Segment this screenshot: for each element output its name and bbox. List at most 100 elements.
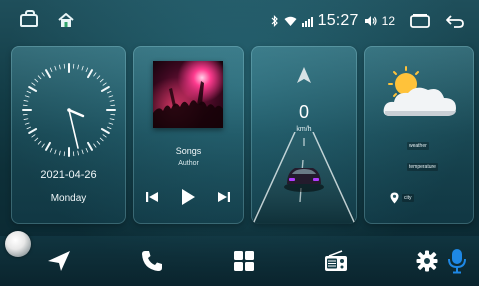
clock-minute-tick bbox=[109, 100, 115, 102]
clock-time: 15:27 bbox=[317, 12, 359, 29]
assistive-touch-button[interactable] bbox=[5, 231, 31, 257]
radio-icon bbox=[325, 250, 347, 271]
clock-minute-tick bbox=[85, 67, 89, 73]
city-label: city bbox=[402, 194, 414, 202]
clock-hour-tick bbox=[28, 86, 38, 92]
clock-minute-tick bbox=[109, 118, 115, 120]
clock-minute-tick bbox=[24, 122, 30, 125]
clock-minute-tick bbox=[54, 65, 57, 71]
album-art bbox=[153, 61, 223, 128]
apps-button[interactable] bbox=[231, 248, 257, 274]
navigation-button[interactable] bbox=[46, 248, 72, 274]
apps-icon bbox=[234, 251, 254, 271]
clock-minute-tick bbox=[37, 75, 42, 80]
clock-hour-tick bbox=[45, 69, 51, 79]
partly-cloudy-icon bbox=[383, 66, 456, 116]
clock-minute-tick bbox=[37, 140, 42, 145]
home-screen: 15:27 12 2021-04-26 Monday Songs Author … bbox=[0, 0, 479, 286]
weather-widget[interactable]: weather temperature city bbox=[364, 46, 474, 224]
date-label: 2021-04-26 bbox=[40, 169, 97, 181]
song-author: Author bbox=[178, 160, 199, 167]
house-icon[interactable] bbox=[57, 12, 75, 28]
clock-minute-tick bbox=[102, 82, 107, 86]
clock-minute-tick bbox=[31, 134, 36, 138]
clock-minute-tick bbox=[26, 90, 32, 94]
clock-minute-tick bbox=[24, 95, 30, 98]
music-controls bbox=[133, 186, 244, 208]
status-right-group: 15:27 12 bbox=[271, 10, 465, 32]
clock-hour-tick bbox=[45, 141, 51, 151]
clock-minute-tick bbox=[102, 134, 107, 138]
clock-center bbox=[67, 108, 71, 112]
weekday-label: Monday bbox=[50, 193, 87, 204]
clock-minute-tick bbox=[77, 64, 79, 70]
play-icon bbox=[182, 189, 195, 205]
clock-minute-tick bbox=[23, 100, 29, 102]
volume-level: 12 bbox=[381, 14, 395, 28]
clock-minute-tick bbox=[99, 137, 104, 142]
skip-next-icon bbox=[218, 192, 230, 202]
clock-minute-tick bbox=[93, 72, 97, 77]
clock-minute-tick bbox=[81, 65, 84, 71]
settings-button[interactable] bbox=[414, 248, 440, 274]
clock-minute-tick bbox=[34, 137, 39, 142]
clock-minute-tick bbox=[59, 150, 61, 156]
clock-minute-tick bbox=[106, 90, 112, 94]
play-button[interactable] bbox=[176, 186, 200, 208]
clock-minute-tick bbox=[49, 67, 53, 73]
clock-hour-tick bbox=[28, 128, 38, 134]
bluetooth-icon bbox=[271, 15, 279, 27]
wifi-icon bbox=[284, 16, 297, 27]
home-icon[interactable] bbox=[20, 10, 38, 27]
navigation-icon bbox=[48, 251, 70, 271]
back-icon[interactable] bbox=[445, 14, 465, 28]
gear-icon bbox=[416, 250, 438, 272]
clock-hour-tick bbox=[87, 141, 93, 151]
clock-minute-tick bbox=[99, 78, 104, 83]
phone-button[interactable] bbox=[139, 248, 165, 274]
clock-minute-tick bbox=[108, 122, 114, 125]
hour-hand bbox=[67, 108, 85, 118]
radio-button[interactable] bbox=[323, 248, 349, 274]
clock-minute-tick bbox=[49, 147, 53, 153]
signal-icon bbox=[301, 16, 313, 27]
clock-minute-tick bbox=[108, 95, 114, 98]
clock-minute-tick bbox=[26, 126, 32, 130]
clock-minute-tick bbox=[96, 75, 101, 80]
location-pin-icon bbox=[390, 192, 399, 204]
microphone-icon bbox=[448, 249, 466, 274]
clock-minute-tick bbox=[77, 150, 79, 156]
recent-apps-icon[interactable] bbox=[410, 14, 430, 28]
clock-minute-tick bbox=[93, 143, 97, 148]
clock-minute-tick bbox=[85, 147, 89, 153]
speed-value: 0 bbox=[298, 102, 309, 122]
clock-minute-tick bbox=[31, 82, 36, 86]
app-dock bbox=[0, 236, 479, 286]
analog-clock bbox=[22, 63, 116, 157]
clock-minute-tick bbox=[54, 149, 57, 155]
clock-widget[interactable]: 2021-04-26 Monday bbox=[11, 46, 126, 224]
speed-widget[interactable]: 0 km/h bbox=[251, 46, 357, 224]
volume-icon[interactable] bbox=[364, 15, 377, 27]
minute-hand bbox=[68, 109, 79, 149]
clock-minute-tick bbox=[59, 64, 61, 70]
music-widget[interactable]: Songs Author bbox=[133, 46, 244, 224]
temperature: temperature bbox=[407, 163, 438, 171]
clock-minute-tick bbox=[41, 72, 45, 77]
phone-icon bbox=[142, 251, 162, 271]
direction-arrow-icon bbox=[297, 67, 311, 83]
clock-minute-tick bbox=[41, 143, 45, 148]
location-row: city bbox=[390, 191, 414, 205]
next-track-button[interactable] bbox=[215, 186, 233, 208]
clock-hour-tick bbox=[100, 128, 110, 134]
clock-minute-tick bbox=[23, 118, 29, 120]
road-illustration bbox=[251, 132, 357, 224]
song-title: Songs bbox=[175, 146, 202, 156]
previous-track-button[interactable] bbox=[143, 186, 161, 208]
clock-minute-tick bbox=[81, 149, 84, 155]
clock-minute-tick bbox=[106, 126, 112, 130]
status-bar: 15:27 12 bbox=[0, 0, 479, 42]
clock-minute-tick bbox=[34, 78, 39, 83]
weather-condition: weather bbox=[407, 142, 429, 150]
voice-button[interactable] bbox=[444, 248, 470, 274]
